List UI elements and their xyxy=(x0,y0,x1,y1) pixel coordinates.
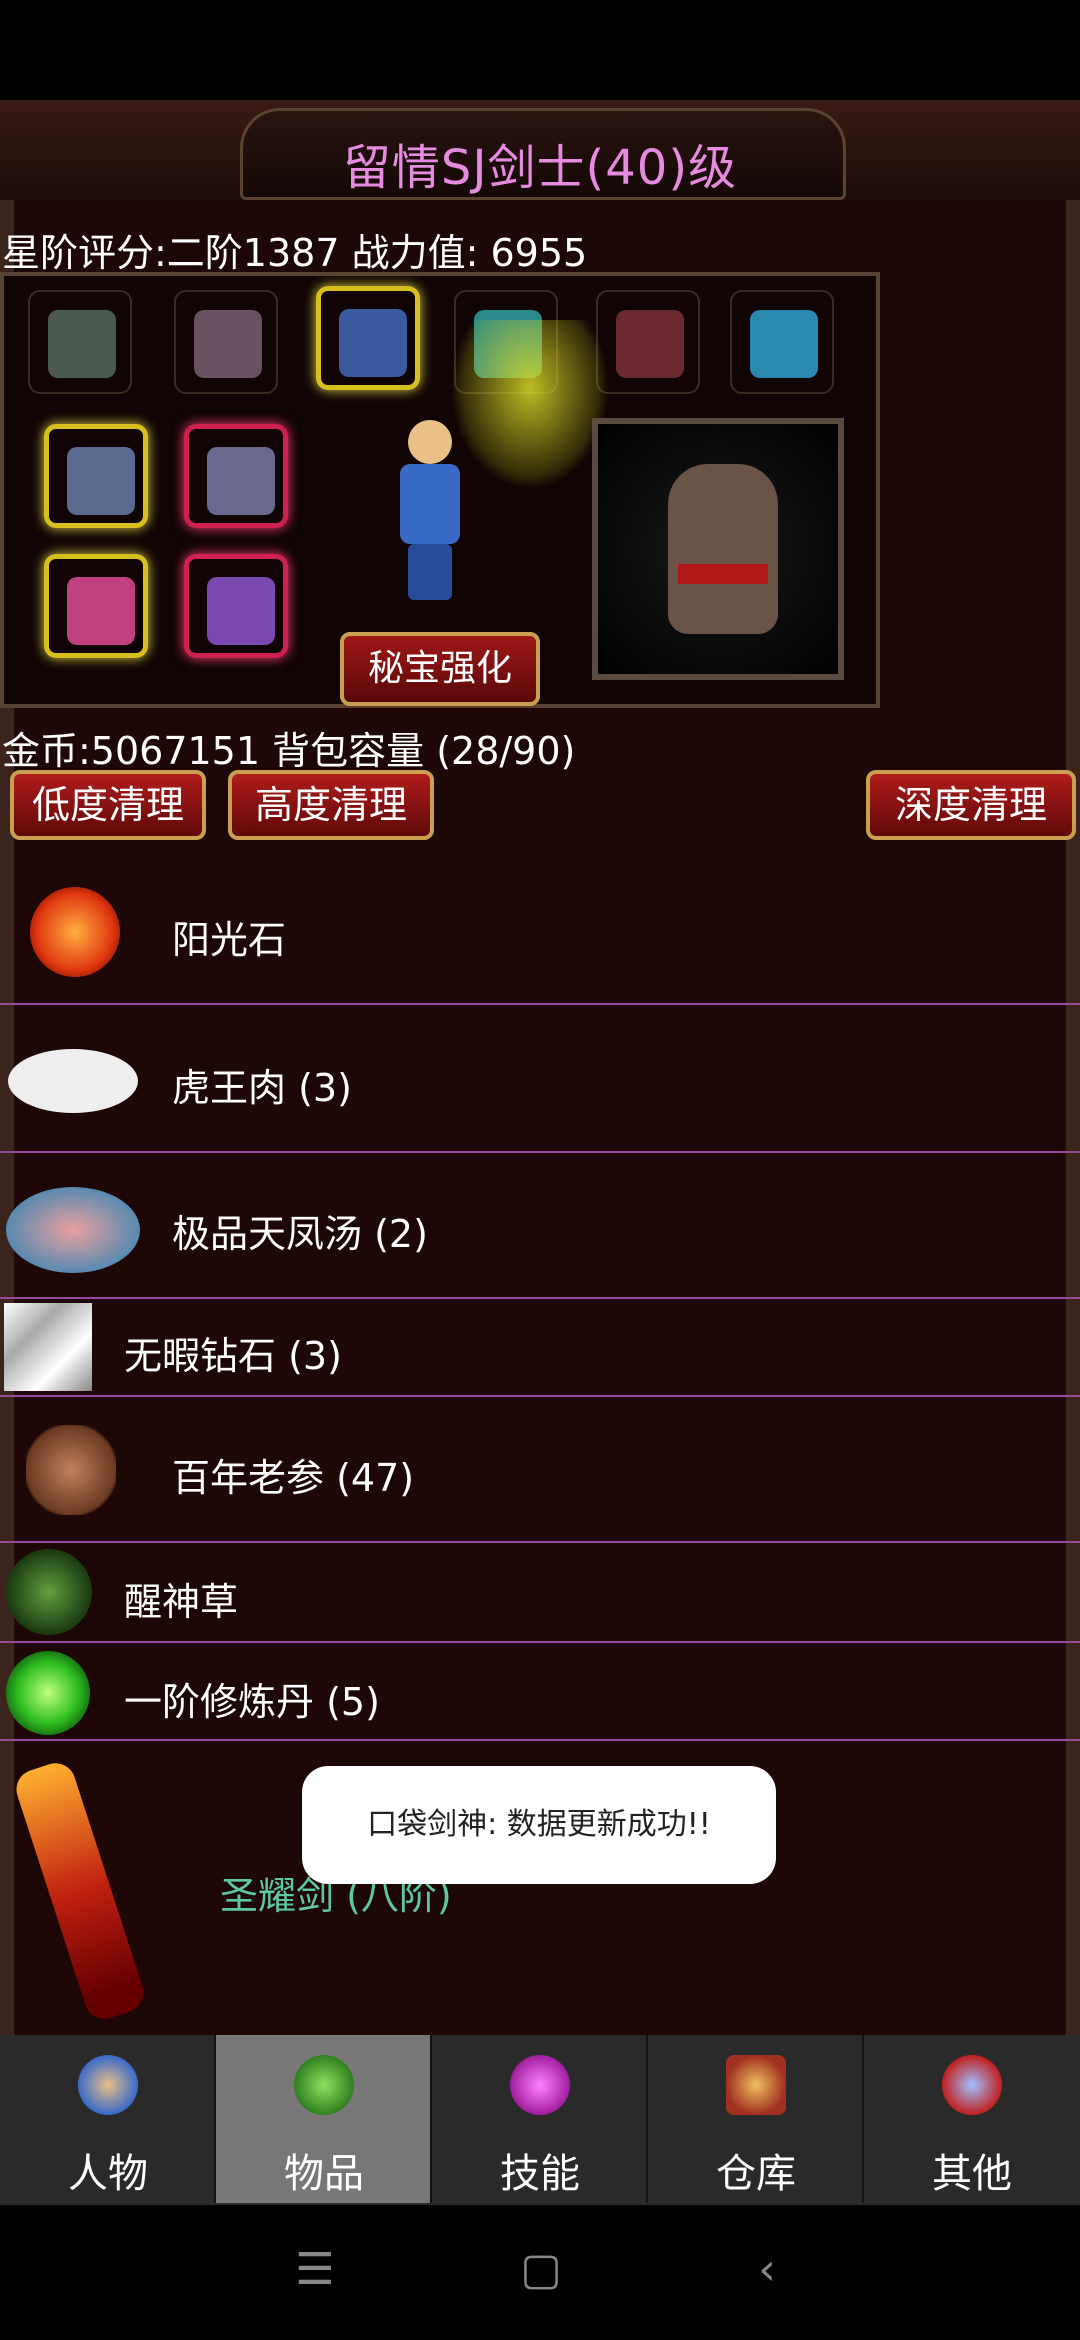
armor-icon xyxy=(194,310,262,378)
pet-aura xyxy=(450,320,610,490)
sword-icon xyxy=(67,447,135,515)
list-item[interactable]: 阳光石 xyxy=(0,857,1080,1005)
elixir-icon xyxy=(6,1651,90,1735)
shoulder-icon xyxy=(339,309,407,377)
menu-icon[interactable]: ☰ xyxy=(280,2235,350,2305)
gold-bag-line: 金币:5067151 背包容量 (28/90) xyxy=(2,729,576,773)
list-item[interactable]: 极品天凤汤 (2) xyxy=(0,1153,1080,1299)
item-name: 一阶修炼丹 (5) xyxy=(124,1680,380,1724)
herb-icon xyxy=(6,1549,92,1635)
hero-avatar xyxy=(390,420,470,600)
other-icon xyxy=(942,2055,1002,2115)
list-item[interactable]: 百年老参 (47) xyxy=(0,1397,1080,1543)
list-item[interactable]: 一阶修炼丹 (5) xyxy=(0,1643,1080,1741)
skill-orb-icon xyxy=(510,2055,570,2115)
back-icon[interactable]: ‹ xyxy=(732,2235,802,2305)
gauntlet-slot[interactable] xyxy=(596,290,700,394)
shoulder-slot[interactable] xyxy=(316,286,420,390)
item-name: 阳光石 xyxy=(172,918,287,962)
armor-slot[interactable] xyxy=(174,290,278,394)
pet-portrait[interactable] xyxy=(592,418,844,680)
gauntlet-icon xyxy=(616,310,684,378)
helmet-icon xyxy=(48,310,116,378)
item-name: 醒神草 xyxy=(124,1580,239,1624)
beast-icon xyxy=(668,464,778,634)
list-item[interactable]: 醒神草 xyxy=(0,1543,1080,1643)
mount-icon xyxy=(750,310,818,378)
amulet-icon xyxy=(207,577,275,645)
high-clean-button[interactable]: 高度清理 xyxy=(228,770,434,840)
item-name: 百年老参 (47) xyxy=(172,1456,415,1500)
tab-other[interactable]: 其他 xyxy=(864,2035,1080,2203)
ginseng-icon xyxy=(26,1425,116,1515)
character-title: 留情SJ剑士(40)级 xyxy=(342,140,738,196)
status-bar xyxy=(0,0,1080,100)
list-item[interactable]: 无暇钻石 (3) xyxy=(0,1299,1080,1397)
ring-icon xyxy=(67,577,135,645)
offhand-slot[interactable] xyxy=(184,424,288,528)
list-item[interactable]: 虎王肉 (3) xyxy=(0,1005,1080,1153)
deep-clean-button[interactable]: 深度清理 xyxy=(866,770,1076,840)
tab-character[interactable]: 人物 xyxy=(0,2035,216,2203)
tab-items[interactable]: 物品 xyxy=(216,2035,432,2203)
soup-bowl-icon xyxy=(6,1187,140,1273)
potion-icon xyxy=(294,2055,354,2115)
low-clean-button[interactable]: 低度清理 xyxy=(10,770,206,840)
warehouse-icon xyxy=(726,2055,786,2115)
sword-icon xyxy=(207,447,275,515)
secret-enhance-button[interactable]: 秘宝强化 xyxy=(340,632,540,706)
helmet-slot[interactable] xyxy=(28,290,132,394)
toast-message: 口袋剑神: 数据更新成功!! xyxy=(302,1766,776,1884)
item-name: 无暇钻石 (3) xyxy=(124,1334,342,1378)
item-name: 极品天凤汤 (2) xyxy=(172,1212,428,1256)
diamond-icon xyxy=(4,1303,92,1391)
home-icon[interactable]: ▢ xyxy=(506,2235,576,2305)
bottom-nav: 人物 物品 技能 仓库 其他 xyxy=(0,2035,1080,2205)
system-nav-bar: ☰ ▢ ‹ xyxy=(0,2205,1080,2340)
item-name: 虎王肉 (3) xyxy=(172,1066,352,1110)
character-icon xyxy=(78,2055,138,2115)
star-score-line: 星阶评分:二阶1387 战力值: 6955 xyxy=(2,231,588,275)
ring-slot[interactable] xyxy=(44,554,148,658)
sword-icon xyxy=(11,1758,149,2024)
mount-slot[interactable] xyxy=(730,290,834,394)
tab-skills[interactable]: 技能 xyxy=(432,2035,648,2203)
meat-plate-icon xyxy=(8,1049,138,1113)
weapon-slot[interactable] xyxy=(44,424,148,528)
sunstone-icon xyxy=(30,887,120,977)
tab-warehouse[interactable]: 仓库 xyxy=(648,2035,864,2203)
amulet-slot[interactable] xyxy=(184,554,288,658)
